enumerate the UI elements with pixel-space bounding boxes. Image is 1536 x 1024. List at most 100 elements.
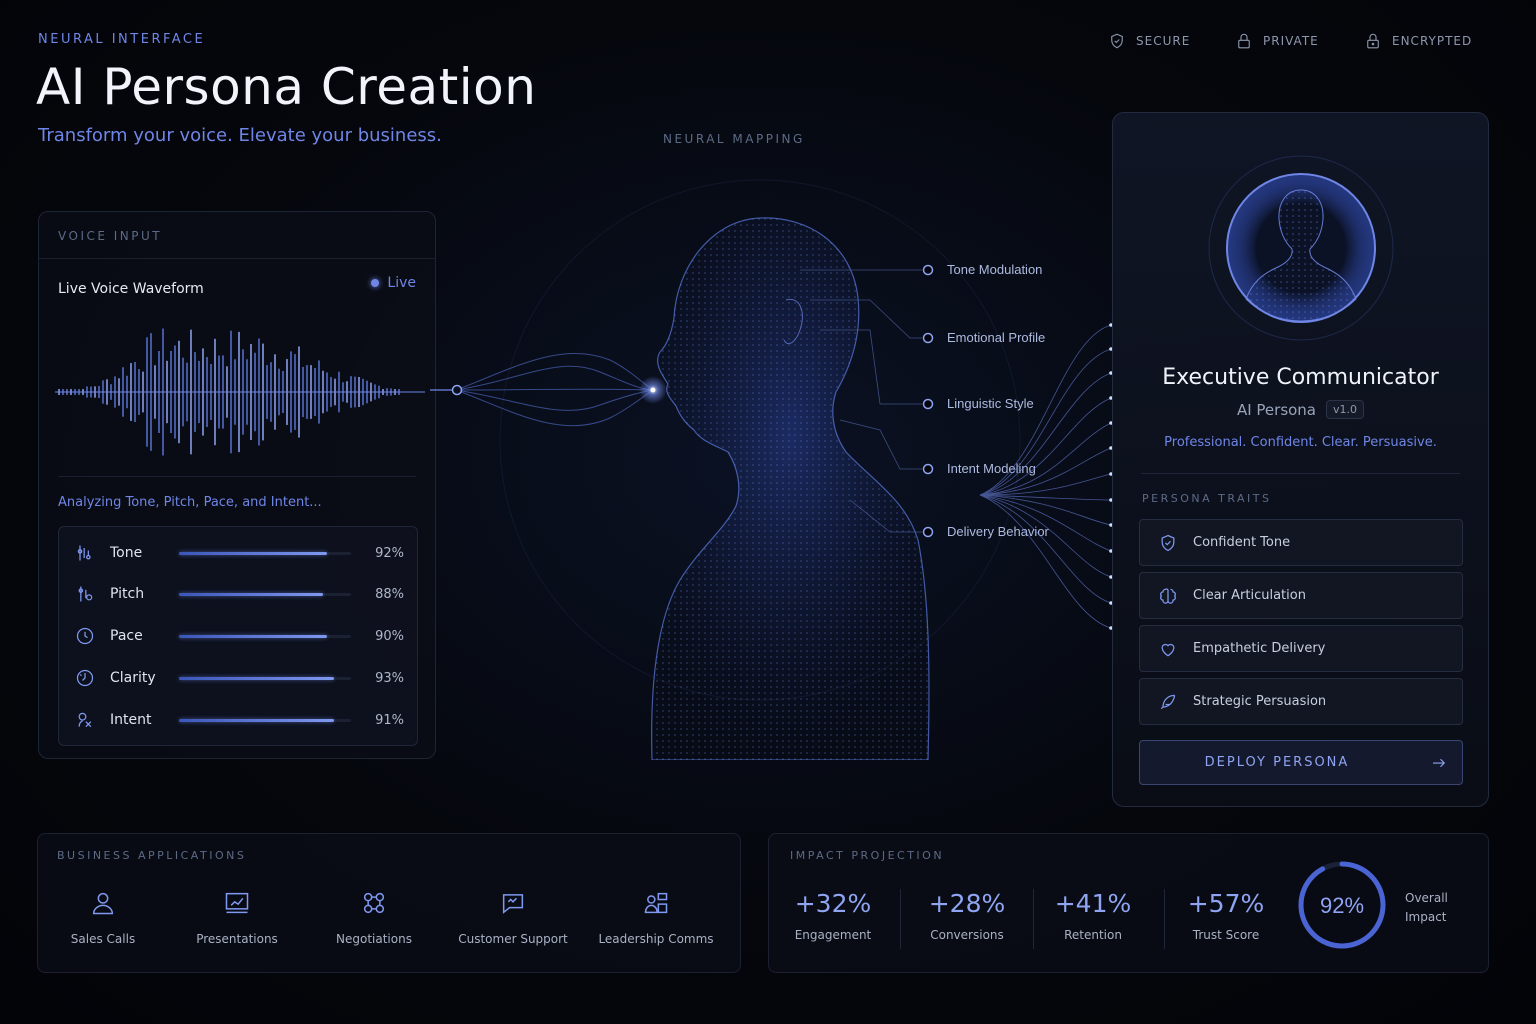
metric-label: Clarity	[110, 670, 156, 686]
stat-label: Trust Score	[1192, 928, 1260, 942]
chat-bubble-icon	[502, 894, 524, 914]
metric-bar	[179, 634, 351, 638]
persona-version-badge: v1.0	[1326, 400, 1365, 419]
overall-impact-value: 92%	[1320, 893, 1364, 918]
voice-input-label: VOICE INPUT	[58, 229, 163, 243]
lock-icon	[1367, 33, 1379, 49]
neural-mapping-visual: Tone Modulation Emotional Profile Lingui…	[430, 179, 1113, 760]
impact-projection-label: IMPACT PROJECTION	[790, 849, 945, 862]
stat-conversions: +28% Conversions	[907, 889, 1027, 942]
metric-value: 90%	[375, 628, 404, 644]
stat-label: Retention	[1064, 928, 1122, 942]
trait-clear-articulation[interactable]: Clear Articulation	[1139, 572, 1463, 619]
app-label: Leadership Comms	[598, 932, 714, 946]
app-negotiations[interactable]: Negotiations	[304, 889, 444, 946]
node-label-emotional-profile: Emotional Profile	[947, 330, 1045, 345]
stat-retention: +41% Retention	[1033, 889, 1153, 942]
persona-traits-label: PERSONA TRAITS	[1142, 492, 1272, 505]
stat-engagement: +32% Engagement	[773, 889, 893, 942]
neural-mapping-label: NEURAL MAPPING	[663, 132, 805, 146]
trait-label: Confident Tone	[1193, 535, 1291, 550]
stat-label: Engagement	[794, 928, 872, 942]
persona-name: Executive Communicator	[1162, 365, 1439, 390]
metric-bar-fill	[179, 551, 327, 555]
analyzing-status: Analyzing Tone, Pitch, Pace, and Intent.…	[58, 495, 322, 510]
trait-confident-tone[interactable]: Confident Tone	[1139, 519, 1463, 566]
mouth-point	[650, 387, 656, 393]
shield-icon	[1111, 33, 1123, 49]
node-marker	[922, 526, 934, 538]
business-applications-panel: BUSINESS APPLICATIONS Sales Calls Presen…	[37, 833, 741, 973]
metric-row-clarity: Clarity 93%	[59, 657, 417, 699]
brain-icon	[1160, 587, 1176, 604]
divider	[39, 258, 435, 259]
app-label: Presentations	[196, 932, 278, 946]
metric-label: Intent	[110, 712, 152, 728]
lock-icon	[1238, 33, 1250, 49]
clarity-icon	[76, 669, 94, 687]
app-label: Negotiations	[336, 932, 412, 946]
metric-value: 92%	[375, 545, 404, 561]
presentation-icon	[225, 892, 249, 914]
persona-type: AI Persona	[1236, 400, 1317, 419]
metric-label: Tone	[110, 545, 143, 561]
voice-waveform	[55, 328, 425, 456]
metric-value: 91%	[375, 712, 404, 728]
app-sales-calls[interactable]: Sales Calls	[33, 889, 173, 946]
trait-strategic-persuasion[interactable]: Strategic Persuasion	[1139, 678, 1463, 725]
node-label-linguistic-style: Linguistic Style	[947, 396, 1034, 411]
divider	[1164, 889, 1165, 949]
feather-icon	[1160, 694, 1176, 709]
node-label-tone-modulation: Tone Modulation	[947, 262, 1042, 277]
header-eyebrow: NEURAL INTERFACE	[38, 32, 206, 47]
trait-empathetic-delivery[interactable]: Empathetic Delivery	[1139, 625, 1463, 672]
persona-connector-fan	[979, 324, 1112, 629]
overall-impact-ring: 92%	[1298, 861, 1386, 949]
persona-tagline: Professional. Confident. Clear. Persuasi…	[1164, 435, 1437, 450]
voice-metrics: Tone 92% Pitch 88% Pace 90% Clarity 93% …	[58, 526, 418, 746]
node-marker	[922, 264, 934, 276]
node-label-delivery-behavior: Delivery Behavior	[947, 524, 1050, 539]
divider	[1141, 473, 1460, 474]
stream-node	[451, 384, 463, 396]
page-subtitle: Transform your voice. Elevate your busin…	[38, 125, 442, 146]
app-label: Customer Support	[458, 932, 568, 946]
deploy-persona-label: DEPLOY PERSONA	[1204, 755, 1350, 770]
node-marker	[922, 398, 934, 410]
metric-label: Pace	[110, 628, 143, 644]
persona-type-row: AI Persona v1.0	[1113, 400, 1488, 419]
persona-panel: Executive Communicator AI Persona v1.0 P…	[1112, 112, 1489, 807]
tuning-icon	[77, 545, 91, 561]
metric-bar	[179, 592, 351, 596]
badge-label: ENCRYPTED	[1392, 34, 1473, 48]
app-customer-support[interactable]: Customer Support	[443, 889, 583, 946]
metric-bar	[179, 551, 351, 555]
stat-value: +41%	[1054, 889, 1132, 918]
voice-input-panel: VOICE INPUT Live Voice Waveform Live Ana…	[38, 211, 436, 759]
network-icon	[363, 892, 385, 914]
divider	[58, 476, 416, 477]
stat-value: +32%	[794, 889, 872, 918]
badge-label: PRIVATE	[1263, 34, 1319, 48]
waveform-title: Live Voice Waveform	[58, 281, 204, 297]
app-leadership-comms[interactable]: Leadership Comms	[586, 889, 726, 946]
metric-bar	[179, 718, 351, 722]
page-title: AI Persona Creation	[36, 58, 537, 116]
deploy-persona-button[interactable]: DEPLOY PERSONA	[1139, 740, 1463, 785]
badge-label: SECURE	[1136, 34, 1191, 48]
badge-encrypted: ENCRYPTED	[1364, 32, 1472, 50]
trait-label: Empathetic Delivery	[1193, 641, 1326, 656]
stat-trust-score: +57% Trust Score	[1166, 889, 1286, 942]
metric-row-pitch: Pitch 88%	[59, 573, 417, 615]
pitch-icon	[78, 586, 93, 602]
stat-label: Conversions	[930, 928, 1004, 942]
shield-check-icon	[1161, 534, 1175, 551]
divider	[900, 889, 901, 949]
metric-value: 88%	[375, 586, 404, 602]
persona-avatar	[1208, 155, 1394, 341]
live-label: Live	[387, 275, 416, 291]
voice-stream-lines	[455, 352, 654, 427]
node-markers	[922, 264, 934, 538]
stat-value: +57%	[1187, 889, 1265, 918]
app-presentations[interactable]: Presentations	[167, 889, 307, 946]
